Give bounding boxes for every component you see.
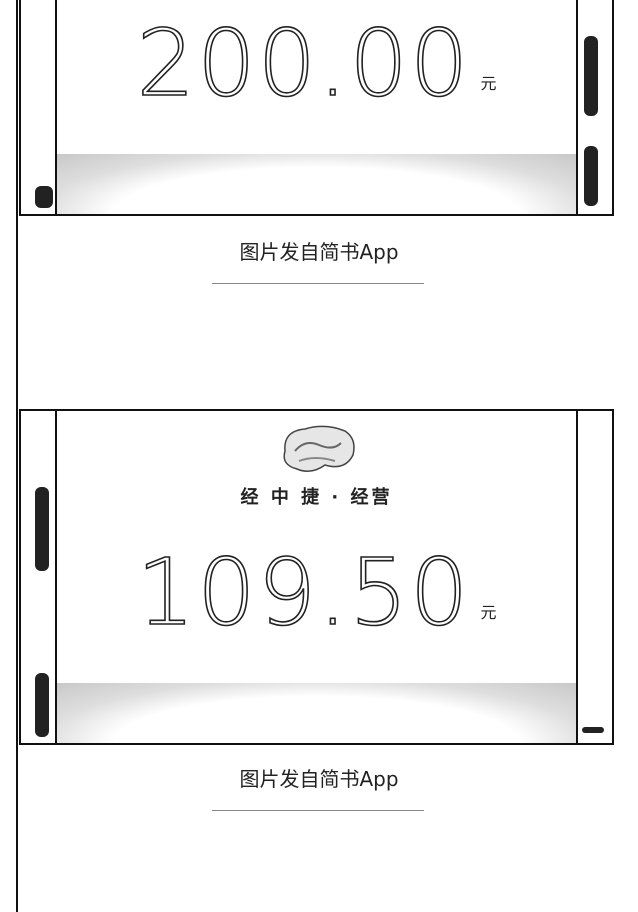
- scan-artifact: [582, 727, 604, 733]
- caption-underline: [212, 283, 424, 284]
- amount-value: 200.00: [136, 9, 471, 118]
- scan-artifact: [35, 673, 49, 737]
- card-bottom-shadow: [57, 683, 576, 743]
- amount-display: 200.00 元: [57, 9, 576, 118]
- scan-artifact: [35, 186, 53, 208]
- card-left-strip: [21, 0, 57, 214]
- scan-artifact: [584, 36, 598, 116]
- image-caption: 图片发自简书App: [239, 240, 399, 264]
- merchant-name: 经 中 捷 · 经营: [240, 487, 393, 508]
- card-right-strip: [576, 0, 612, 214]
- caption-underline: [212, 810, 424, 811]
- scan-artifact: [35, 487, 49, 571]
- amount-value: 109.50: [136, 538, 471, 647]
- currency-unit: 元: [480, 74, 497, 93]
- merchant-logo: [283, 425, 355, 472]
- card-inner: 经 中 捷 · 经营 109.50 元: [57, 411, 576, 743]
- image-caption: 图片发自简书App: [239, 767, 399, 791]
- card-right-strip: [576, 411, 612, 743]
- card-inner: 200.00 元: [57, 0, 576, 214]
- amount-display: 109.50 元: [57, 538, 576, 647]
- currency-unit: 元: [480, 603, 497, 622]
- card-bottom-shadow: [57, 154, 576, 214]
- scan-artifact: [584, 146, 598, 206]
- card-left-strip: [21, 411, 57, 743]
- payment-card-2: 经 中 捷 · 经营 109.50 元: [19, 409, 614, 745]
- payment-card-1: 200.00 元: [19, 0, 614, 216]
